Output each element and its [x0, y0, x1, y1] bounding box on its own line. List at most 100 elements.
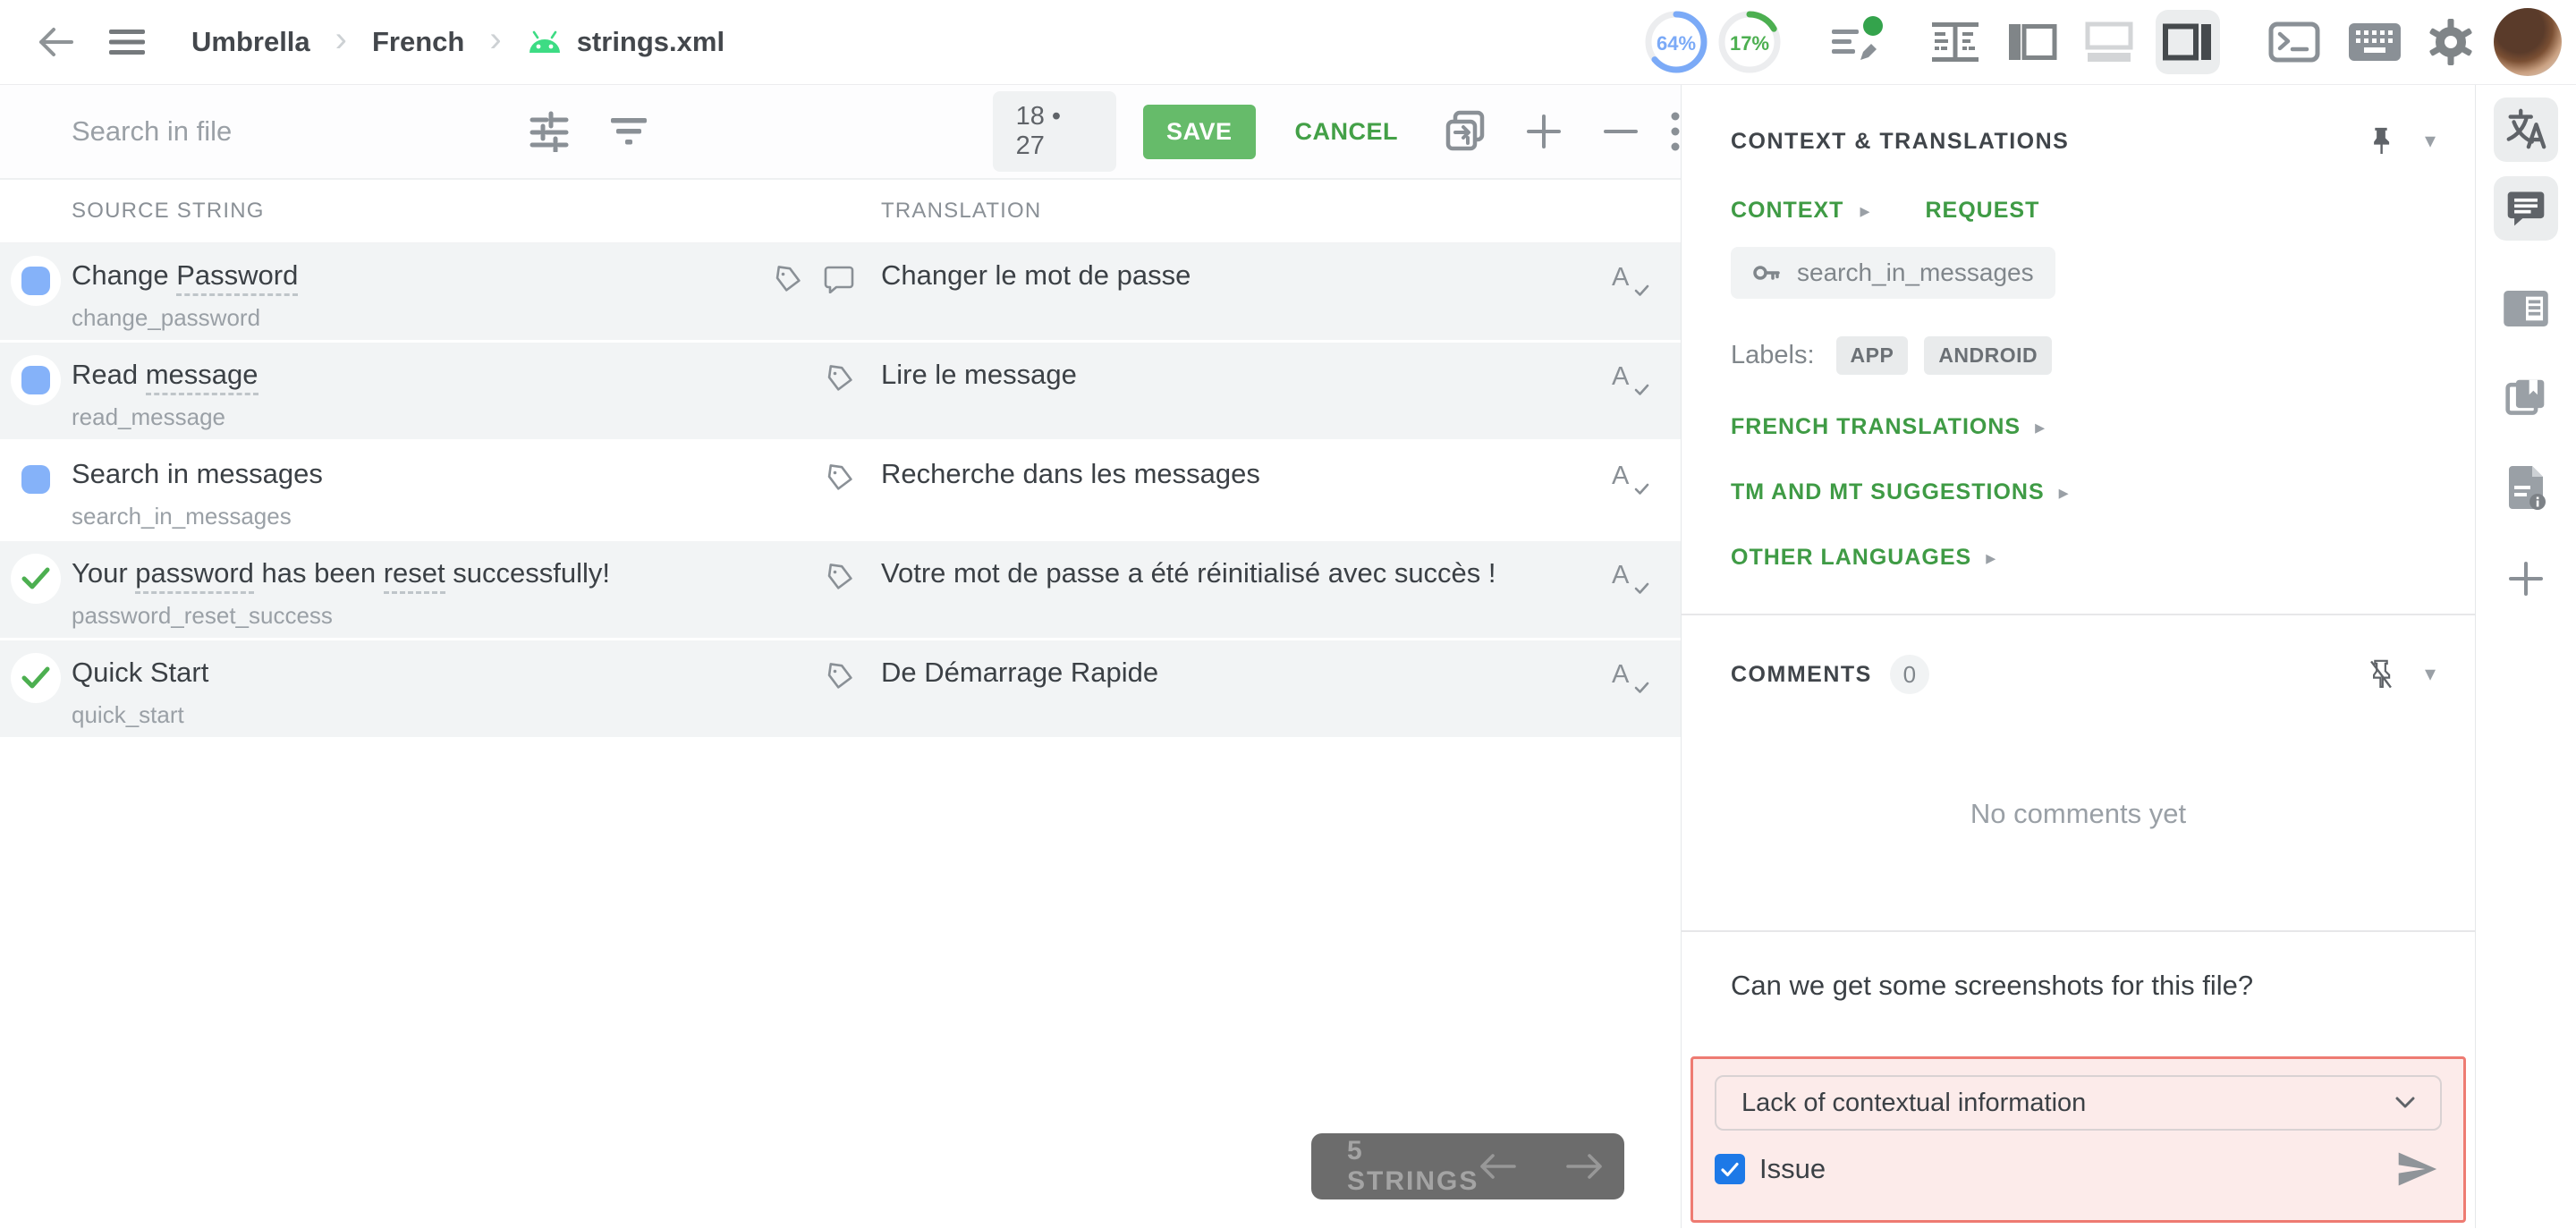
- table-row[interactable]: Quick Start quick_start De Démarrage Rapid…: [0, 640, 1681, 740]
- crowdin-editor: Umbrella › French › strings.xml 64% 17%: [0, 0, 2576, 1229]
- save-button[interactable]: SAVE: [1142, 104, 1256, 159]
- view-leftpanel-icon[interactable]: [2005, 17, 2059, 67]
- settings-gear-icon[interactable]: [2428, 19, 2474, 65]
- source-string: Quick Start: [72, 657, 209, 688]
- tag-icon[interactable]: [826, 662, 854, 691]
- file-info-icon[interactable]: [2494, 455, 2558, 520]
- minus-icon[interactable]: [1602, 113, 1640, 150]
- issue-report-box: Lack of contextual information Issue: [1690, 1056, 2466, 1223]
- tag-icon[interactable]: [826, 563, 854, 591]
- add-panel-icon[interactable]: [2494, 547, 2558, 611]
- source-string: Change Password: [72, 243, 787, 296]
- context-tabs: CONTEXT ▸ REQUEST: [1682, 198, 2475, 224]
- breadcrumb-file[interactable]: strings.xml: [577, 26, 724, 58]
- approve-icon[interactable]: A: [1612, 462, 1649, 497]
- labels-row: Labels: APP ANDROID: [1682, 336, 2475, 375]
- view-sidebyside-icon[interactable]: [1928, 17, 1982, 67]
- main: Search in file 18 • 27 SAVE CANCEL SOURC…: [0, 85, 2576, 1228]
- more-options-icon[interactable]: [1670, 111, 1681, 152]
- comment-icon[interactable]: [824, 265, 854, 293]
- string-key: quick_start: [72, 701, 184, 728]
- keyboard-icon[interactable]: [2349, 23, 2401, 61]
- comments-header: COMMENTS 0 ▾: [1682, 615, 2475, 694]
- progress-ring: 17%: [1716, 8, 1784, 76]
- progress-ring: 64%: [1642, 8, 1710, 76]
- label-chip: APP: [1835, 336, 1909, 375]
- tasks-icon[interactable]: [1828, 15, 1885, 69]
- context-card-icon[interactable]: [2494, 276, 2558, 341]
- key-icon: [1753, 266, 1780, 280]
- glossary-icon[interactable]: [2494, 366, 2558, 430]
- tab-context[interactable]: CONTEXT: [1731, 198, 1843, 224]
- section-link-french-translations[interactable]: FRENCH TRANSLATIONS ▸: [1682, 414, 2475, 440]
- comments-tab-icon[interactable]: [2493, 176, 2558, 241]
- translation-text: Recherche dans les messages: [881, 458, 1260, 489]
- strings-panel: Search in file 18 • 27 SAVE CANCEL SOURC…: [0, 85, 1682, 1228]
- tag-icon[interactable]: [826, 364, 854, 393]
- cancel-button[interactable]: CANCEL: [1290, 117, 1404, 147]
- string-key: change_password: [72, 304, 261, 331]
- issue-checkbox[interactable]: [1715, 1154, 1745, 1184]
- pin-icon[interactable]: [2368, 126, 2394, 157]
- string-position-counter: 18 • 27: [992, 91, 1116, 172]
- breadcrumb-project[interactable]: Umbrella: [191, 26, 310, 58]
- source-string-header: SOURCE STRING: [72, 199, 265, 223]
- collapse-caret-icon[interactable]: ▾: [2425, 664, 2436, 685]
- collapse-caret-icon[interactable]: ▾: [2425, 131, 2436, 152]
- approve-icon[interactable]: A: [1612, 362, 1649, 398]
- translations-tab-icon[interactable]: [2493, 97, 2558, 162]
- send-comment-icon[interactable]: [2395, 1150, 2438, 1188]
- issue-type-select[interactable]: Lack of contextual information: [1715, 1075, 2442, 1131]
- status-cell: [0, 442, 72, 538]
- avatar[interactable]: [2494, 8, 2562, 76]
- string-key-chip[interactable]: search_in_messages: [1731, 247, 2055, 299]
- android-icon: [527, 30, 563, 55]
- plus-icon[interactable]: [1525, 113, 1563, 150]
- filter-settings-icon[interactable]: [529, 111, 570, 152]
- previous-page-icon[interactable]: [1479, 1153, 1518, 1180]
- chevron-right-icon: ▸: [1860, 199, 1870, 222]
- tab-request[interactable]: REQUEST: [1926, 198, 2040, 224]
- comments-empty-text: No comments yet: [1970, 798, 2187, 829]
- approve-icon[interactable]: A: [1612, 263, 1649, 299]
- view-bottompanel-icon[interactable]: [2082, 17, 2136, 67]
- menu-icon[interactable]: [109, 28, 145, 56]
- strings-count: 5 STRINGS: [1347, 1136, 1479, 1196]
- translated-status-icon: [11, 355, 61, 405]
- string-key-text: search_in_messages: [1797, 259, 2034, 286]
- section-link-other-languages[interactable]: OTHER LANGUAGES ▸: [1682, 545, 2475, 571]
- breadcrumb-language[interactable]: French: [372, 26, 464, 58]
- view-rightpanel-icon[interactable]: [2156, 10, 2220, 74]
- issue-checkbox-label: Issue: [1759, 1153, 1826, 1184]
- chevron-down-icon: [2395, 1097, 2415, 1108]
- strings-pager: 5 STRINGS: [1311, 1133, 1624, 1199]
- unpin-icon[interactable]: [2368, 659, 2394, 690]
- next-page-icon[interactable]: [1564, 1153, 1604, 1180]
- table-row[interactable]: Your password has been reset successfull…: [0, 541, 1681, 640]
- chevron-right-icon: ▸: [2035, 415, 2046, 438]
- tag-icon[interactable]: [826, 463, 854, 492]
- console-icon[interactable]: [2268, 21, 2320, 63]
- approved-check-icon: [11, 653, 61, 703]
- translation-text: De Démarrage Rapide: [881, 657, 1159, 688]
- back-icon[interactable]: [36, 26, 75, 58]
- translated-status-icon: [11, 454, 61, 504]
- status-cell: [0, 640, 72, 737]
- approve-icon[interactable]: A: [1612, 561, 1649, 597]
- side-rail: [2476, 85, 2575, 1228]
- table-row[interactable]: Change Password change_password Changer le…: [0, 243, 1681, 343]
- approve-icon[interactable]: A: [1612, 660, 1649, 696]
- translation-text: Lire le message: [881, 359, 1077, 390]
- tag-icon[interactable]: [774, 265, 802, 293]
- copy-source-icon[interactable]: [1445, 109, 1489, 154]
- table-row[interactable]: Search in messages search_in_messages Rech…: [0, 442, 1681, 541]
- context-panel-header: CONTEXT & TRANSLATIONS ▾: [1682, 85, 2475, 157]
- filter-icon[interactable]: [609, 113, 648, 150]
- search-input[interactable]: Search in file: [72, 115, 446, 148]
- topbar-actions: 64% 17%: [1642, 8, 2562, 76]
- comment-input[interactable]: Can we get some screenshots for this fil…: [1682, 932, 2475, 1002]
- topbar: Umbrella › French › strings.xml 64% 17%: [0, 0, 2576, 85]
- svg-text:17%: 17%: [1730, 32, 1769, 55]
- section-link-tm-and-mt-suggestions[interactable]: TM AND MT SUGGESTIONS ▸: [1682, 479, 2475, 505]
- table-row[interactable]: Read message read_message Lire le message A: [0, 343, 1681, 442]
